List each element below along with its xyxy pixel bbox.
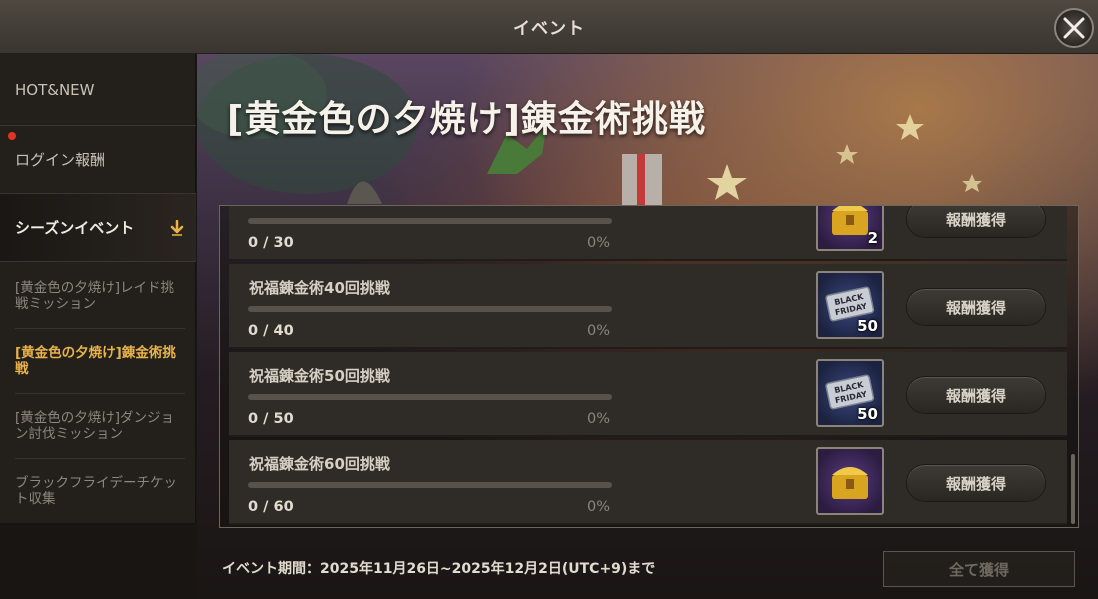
list-item: 祝福錬金術50回挑戦 0 / 50 0% BLACK FRIDAY 50 報酬獲… xyxy=(229,352,1067,437)
sidebar-item-label: HOT&NEW xyxy=(15,80,95,99)
progress-bar xyxy=(248,218,612,224)
sidebar-subitem-label: [黄金色の夕焼け]ダンジョン討伐ミッション xyxy=(15,410,175,442)
claim-reward-button[interactable]: 報酬獲得 xyxy=(906,206,1046,238)
close-icon xyxy=(1063,17,1085,39)
claim-reward-button[interactable]: 報酬獲得 xyxy=(906,376,1046,414)
progress-percent: 0% xyxy=(587,411,611,427)
progress-percent: 0% xyxy=(587,499,611,515)
claim-reward-button[interactable]: 報酬獲得 xyxy=(906,464,1046,502)
reward-quantity: 2 xyxy=(867,229,878,247)
sidebar: HOT&NEW ログイン報酬 シーズンイベント [黄金色の夕焼け]レイド挑戦ミッ… xyxy=(0,54,196,599)
sidebar-item-season-event[interactable]: シーズンイベント xyxy=(0,194,196,262)
divider xyxy=(15,393,185,394)
mission-label: 祝福錬金術50回挑戦 xyxy=(249,367,390,385)
reward-item[interactable] xyxy=(816,447,884,515)
reward-quantity: 50 xyxy=(857,405,878,423)
sidebar-subitem-raid-mission[interactable]: [黄金色の夕焼け]レイド挑戦ミッション xyxy=(0,266,196,326)
sidebar-subitem-label: ブラックフライデーチケット収集 xyxy=(15,475,177,507)
progress-percent: 0% xyxy=(587,235,611,251)
sidebar-subitem-black-friday-ticket[interactable]: ブラックフライデーチケット収集 xyxy=(0,460,196,522)
reward-item[interactable]: BLACK FRIDAY 50 xyxy=(816,271,884,339)
reward-item[interactable]: BLACK FRIDAY 50 xyxy=(816,359,884,427)
progress-bar xyxy=(248,306,612,312)
divider xyxy=(15,458,185,459)
arrow-down-icon xyxy=(170,220,184,236)
progress-bar xyxy=(248,482,612,488)
sidebar-item-label: シーズンイベント xyxy=(15,219,135,237)
reward-item[interactable]: 2 xyxy=(816,206,884,251)
gold-chest-icon xyxy=(832,467,868,499)
title-bar: イベント xyxy=(0,0,1098,54)
progress-percent: 0% xyxy=(587,323,611,339)
progress-count: 0 / 30 xyxy=(248,235,294,251)
list-item: 0 / 30 0% 2 報酬獲得 xyxy=(229,206,1067,261)
mission-label: 祝福錬金術40回挑戦 xyxy=(249,279,390,297)
sidebar-subitem-label: [黄金色の夕焼け]レイド挑戦ミッション xyxy=(15,280,175,312)
divider xyxy=(15,328,185,329)
list-item: 祝福錬金術60回挑戦 0 / 60 0% 報酬獲得 xyxy=(229,440,1067,525)
page-title: [黄金色の夕焼け]錬金術挑戦 xyxy=(227,99,706,140)
notification-dot xyxy=(8,132,16,140)
sidebar-item-hot-new[interactable]: HOT&NEW xyxy=(0,54,196,126)
event-content: [黄金色の夕焼け]錬金術挑戦 0 / 30 0% 2 報酬獲得 祝福錬金術40回… xyxy=(197,54,1098,599)
mission-label: 祝福錬金術60回挑戦 xyxy=(249,455,390,473)
sidebar-empty-area xyxy=(0,523,196,599)
sidebar-item-label: ログイン報酬 xyxy=(15,151,106,169)
scrollbar[interactable] xyxy=(1071,454,1075,524)
claim-reward-button[interactable]: 報酬獲得 xyxy=(906,288,1046,326)
sidebar-subitem-alchemy-challenge[interactable]: [黄金色の夕焼け]錬金術挑戦 xyxy=(0,330,196,392)
progress-count: 0 / 60 xyxy=(248,499,294,515)
progress-count: 0 / 40 xyxy=(248,323,294,339)
mission-list[interactable]: 0 / 30 0% 2 報酬獲得 祝福錬金術40回挑戦 0 / 40 0% BL… xyxy=(219,205,1079,528)
progress-bar xyxy=(248,394,612,400)
window-title: イベント xyxy=(513,19,585,39)
sidebar-subitem-dungeon-mission[interactable]: [黄金色の夕焼け]ダンジョン討伐ミッション xyxy=(0,395,196,457)
reward-quantity: 50 xyxy=(857,317,878,335)
sidebar-item-login-rewards[interactable]: ログイン報酬 xyxy=(0,126,196,194)
sidebar-subitem-label: [黄金色の夕焼け]錬金術挑戦 xyxy=(15,345,176,377)
close-button[interactable] xyxy=(1054,8,1094,48)
progress-count: 0 / 50 xyxy=(248,411,294,427)
claim-all-button[interactable]: 全て獲得 xyxy=(883,551,1075,587)
event-period: イベント期間：2025年11月26日~2025年12月2日(UTC+9)まで xyxy=(222,561,656,577)
list-item: 祝福錬金術40回挑戦 0 / 40 0% BLACK FRIDAY 50 報酬獲… xyxy=(229,264,1067,349)
